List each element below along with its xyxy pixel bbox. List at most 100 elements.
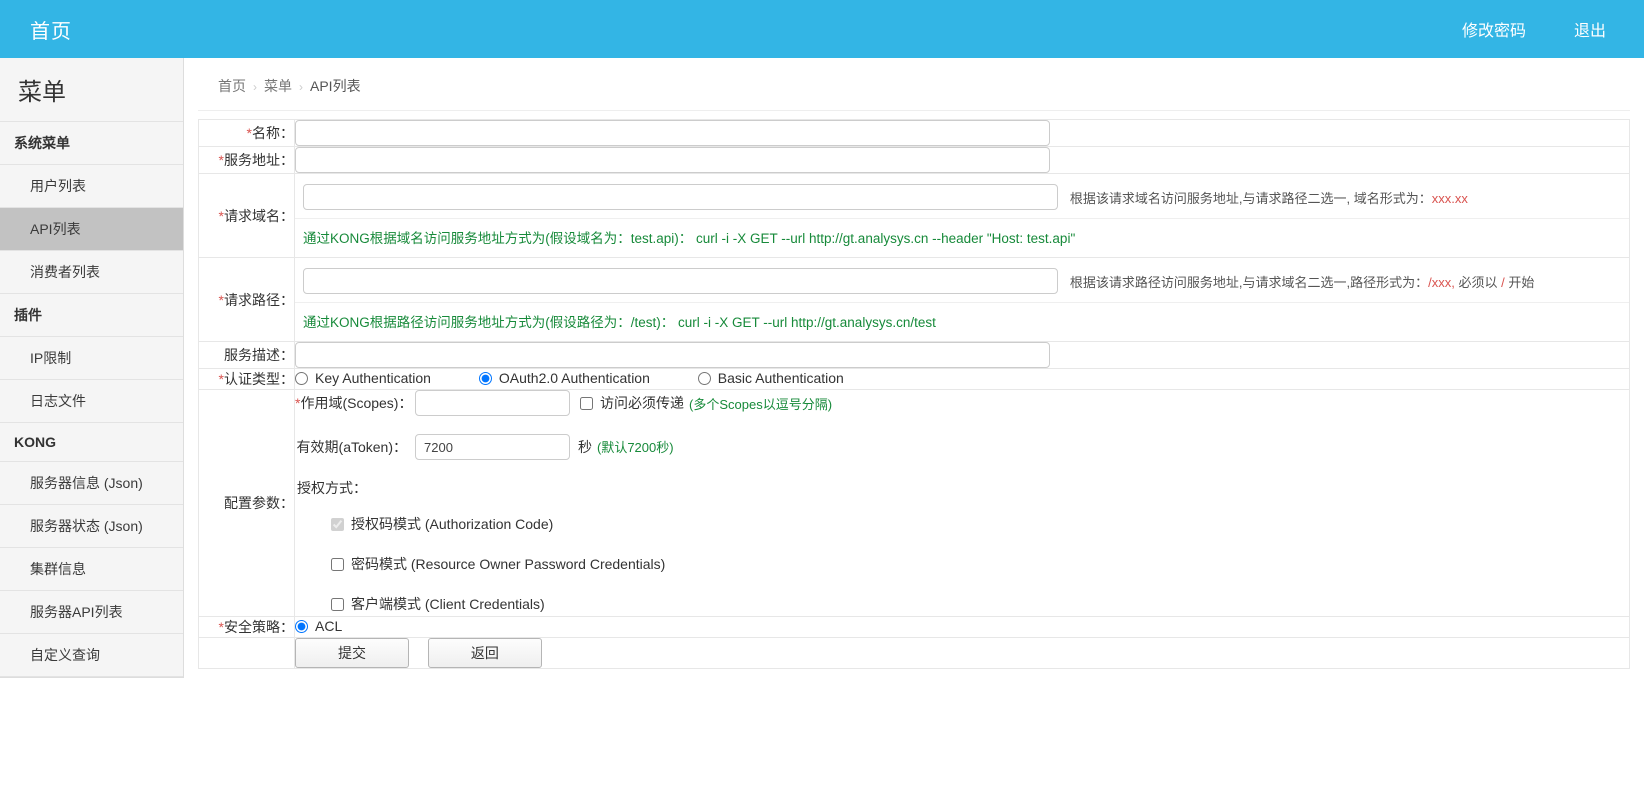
label-cell-security: *安全策略： [198,616,295,638]
field-cell-config: *作用域(Scopes)： 访问必须传递 (多个Scopes以逗号分隔) 有效期… [294,389,1630,617]
request-host-example: 通过KONG根据域名访问服务地址方式为(假设域名为：test.api)： cur… [295,218,1629,257]
sidebar-title: 菜单 [0,58,183,122]
grant-row-authorization-code: 授权码模式 (Authorization Code) [331,514,1629,534]
grant-checkbox-client-credentials[interactable] [331,597,344,611]
breadcrumb-menu[interactable]: 菜单 [264,78,292,94]
label-auth-type: 认证类型： [224,371,294,387]
label-cell-name: *名称： [198,119,295,147]
request-host-input[interactable] [303,184,1058,210]
api-form-table: *名称： *服务地址： *请求域名： 根据该请求域名访问服务地址,与请求路径二选… [198,119,1630,669]
sidebar-item-user-list[interactable]: 用户列表 [0,165,183,208]
request-path-hint-suffix: 开始 [1504,274,1535,290]
service-url-input[interactable] [295,147,1050,173]
sidebar-item-server-status[interactable]: 服务器状态 (Json) [0,505,183,548]
change-password-link[interactable]: 修改密码 [1462,17,1526,41]
sidebar-item-ip-restriction[interactable]: IP限制 [0,337,183,380]
form-row-auth-type: *认证类型： Key Authentication OAuth2.0 Authe… [198,368,1630,390]
security-label-acl: ACL [315,618,343,635]
main-content: 首页 › 菜单 › API列表 *名称： *服务地址： *请求域名： 根据该请求… [184,58,1644,669]
sidebar-item-consumer-list[interactable]: 消费者列表 [0,251,183,294]
field-cell-security: ACL [294,616,1630,638]
label-request-path: 请求路径： [224,291,294,308]
request-host-hint-text: 根据该请求域名访问服务地址,与请求路径二选一, 域名形式为： [1069,190,1432,206]
auth-type-label-key: Key Authentication [315,370,431,387]
request-path-hint-format: /xxx, [1428,274,1455,290]
grant-label-authorization-code: 授权码模式 (Authorization Code) [351,516,554,532]
form-row-security: *安全策略： ACL [198,616,1630,638]
grant-checkbox-authorization-code[interactable] [331,517,344,531]
grant-checkbox-password-wrap[interactable]: 密码模式 (Resource Owner Password Credential… [331,554,665,574]
token-expiry-input[interactable] [415,434,570,460]
request-host-hint: 根据该请求域名访问服务地址,与请求路径二选一, 域名形式为：xxx.xx [1070,188,1468,207]
label-request-host: 请求域名： [224,207,294,224]
scopes-checkbox-label: 访问必须传递 [600,395,684,411]
grant-checkbox-client-credentials-wrap[interactable]: 客户端模式 (Client Credentials) [331,594,545,614]
field-cell-actions: 提交 返回 [294,637,1630,669]
sidebar-item-log-file[interactable]: 日志文件 [0,380,183,423]
sidebar-group-system: 系统菜单 [0,122,183,165]
form-row-request-host: *请求域名： 根据该请求域名访问服务地址,与请求路径二选一, 域名形式为：xxx… [198,173,1630,258]
auth-type-radio-key[interactable] [295,371,308,385]
scopes-hint: (多个Scopes以逗号分隔) [689,396,833,412]
auth-type-option-basic[interactable]: Basic Authentication [697,370,844,386]
field-cell-request-path: 根据该请求路径访问服务地址,与请求域名二选一,路径形式为：/xxx, 必须以 /… [294,257,1630,342]
sidebar-item-api-list[interactable]: API列表 [0,208,183,251]
form-row-service-url: *服务地址： [198,146,1630,174]
label-cell-auth-type: *认证类型： [198,368,295,390]
field-cell-description [294,341,1630,369]
name-input[interactable] [295,120,1050,146]
sidebar-item-custom-query[interactable]: 自定义查询 [0,634,183,677]
label-cell-description: 服务描述： [198,341,295,369]
scopes-required-checkbox[interactable] [580,396,593,410]
form-row-config: 配置参数： *作用域(Scopes)： 访问必须传递 (多个Scopes以逗号分… [198,389,1630,617]
grant-checkbox-authorization-code-wrap[interactable]: 授权码模式 (Authorization Code) [331,514,553,534]
label-description: 服务描述： [224,347,294,363]
auth-type-radio-oauth2[interactable] [478,371,492,385]
field-cell-request-host: 根据该请求域名访问服务地址,与请求路径二选一, 域名形式为：xxx.xx 通过K… [294,173,1630,258]
label-token: 有效期(aToken)： [296,439,407,455]
label-cell-actions [198,637,295,669]
breadcrumb-home[interactable]: 首页 [218,78,246,94]
request-path-hint-text: 根据该请求路径访问服务地址,与请求域名二选一,路径形式为： [1069,274,1429,290]
request-path-example: 通过KONG根据路径访问服务地址方式为(假设路径为：/test)： curl -… [295,302,1629,341]
grant-checkbox-password[interactable] [331,557,344,571]
label-cell-request-path: *请求路径： [198,257,295,342]
auth-type-option-key[interactable]: Key Authentication [295,370,431,386]
field-cell-name [294,119,1630,147]
config-scopes-row: *作用域(Scopes)： 访问必须传递 (多个Scopes以逗号分隔) [295,390,1629,416]
request-host-hint-format: xxx.xx [1431,190,1468,206]
breadcrumb-current: API列表 [310,78,361,94]
token-after: 秒 (默认7200秒) [578,437,674,457]
grant-row-password: 密码模式 (Resource Owner Password Credential… [331,554,1629,574]
field-cell-auth-type: Key Authentication OAuth2.0 Authenticati… [294,368,1630,390]
scopes-input[interactable] [415,390,570,416]
form-row-actions: 提交 返回 [198,637,1630,669]
description-input[interactable] [295,342,1050,368]
brand-home-link[interactable]: 首页 [30,15,72,44]
submit-button[interactable]: 提交 [295,638,409,668]
request-host-input-row: 根据该请求域名访问服务地址,与请求路径二选一, 域名形式为：xxx.xx [295,174,1629,218]
auth-type-option-oauth2[interactable]: OAuth2.0 Authentication [478,370,650,386]
sidebar-item-server-info[interactable]: 服务器信息 (Json) [0,462,183,505]
sidebar-menu-list: 系统菜单 用户列表 API列表 消费者列表 插件 IP限制 日志文件 KONG … [0,122,183,677]
security-radio-acl[interactable] [295,619,308,633]
grant-label-client-credentials: 客户端模式 (Client Credentials) [351,596,545,612]
logout-link[interactable]: 退出 [1574,17,1606,41]
config-token-row: 有效期(aToken)： 秒 (默认7200秒) [295,434,1629,460]
back-button[interactable]: 返回 [427,638,542,668]
form-row-request-path: *请求路径： 根据该请求路径访问服务地址,与请求域名二选一,路径形式为：/xxx… [198,257,1630,342]
sidebar-item-cluster-info[interactable]: 集群信息 [0,548,183,591]
grant-label-password: 密码模式 (Resource Owner Password Credential… [351,556,666,572]
label-scopes: 作用域(Scopes)： [300,395,413,411]
sidebar-group-kong: KONG [0,423,183,462]
request-path-input[interactable] [303,268,1058,294]
sidebar-item-server-api-list[interactable]: 服务器API列表 [0,591,183,634]
scopes-required-checkbox-wrap[interactable]: 访问必须传递 (多个Scopes以逗号分隔) [580,393,832,413]
scopes-label-wrap: *作用域(Scopes)： [295,393,412,413]
grant-row-client-credentials: 客户端模式 (Client Credentials) [331,594,1629,614]
page-layout: 菜单 系统菜单 用户列表 API列表 消费者列表 插件 IP限制 日志文件 KO… [0,58,1644,678]
auth-type-radio-basic[interactable] [697,371,711,385]
breadcrumb-separator-icon-2: › [299,80,303,94]
request-path-hint: 根据该请求路径访问服务地址,与请求域名二选一,路径形式为：/xxx, 必须以 /… [1070,272,1534,291]
security-option-acl[interactable]: ACL [295,618,342,634]
